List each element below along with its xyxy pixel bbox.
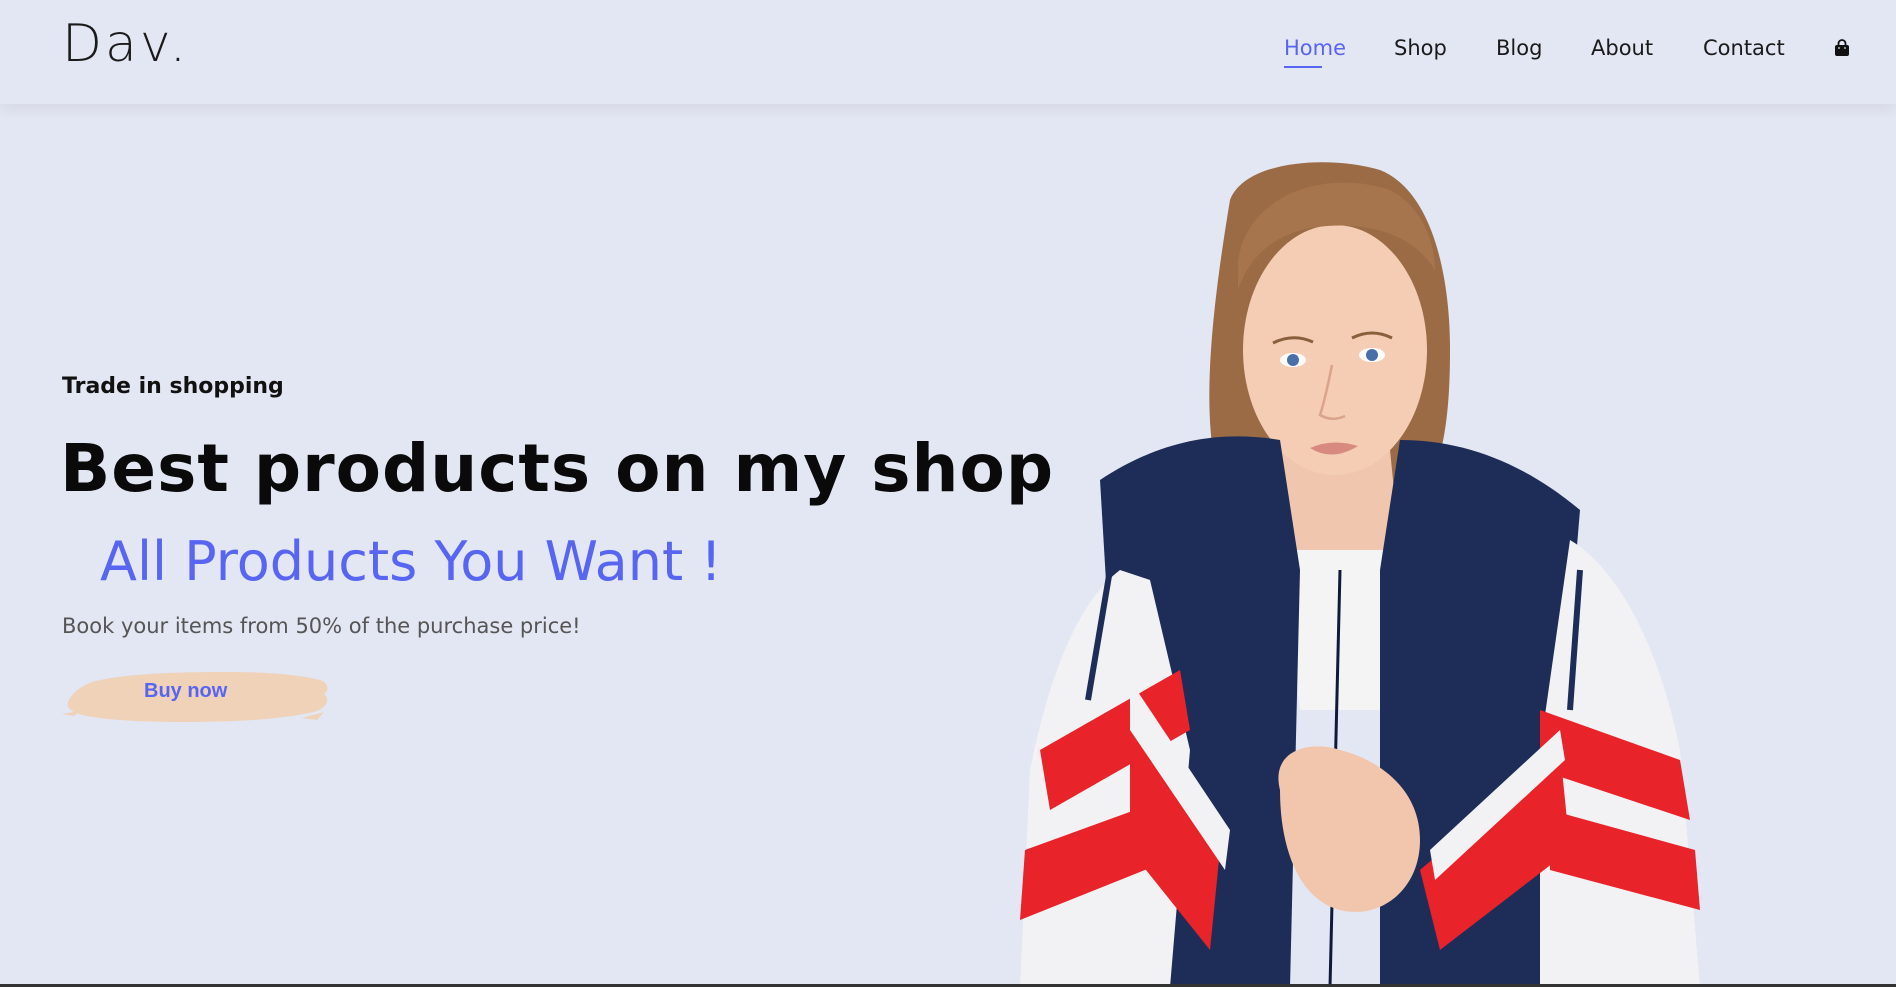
buy-now-label: Buy now xyxy=(144,680,228,702)
nav-home[interactable]: Home xyxy=(1284,36,1347,68)
nav-contact[interactable]: Contact xyxy=(1703,36,1785,60)
site-header: Dav. Home Shop Blog About Contact xyxy=(0,0,1896,104)
hero-description: Book your items from 50% of the purchase… xyxy=(62,614,581,638)
nav-about[interactable]: About xyxy=(1591,36,1653,60)
hero-eyebrow: Trade in shopping xyxy=(62,374,284,399)
buy-now-button[interactable]: Buy now xyxy=(62,662,330,726)
hero-model-image xyxy=(1020,162,1700,987)
active-nav-underline xyxy=(1284,66,1322,68)
hero-title: Best products on my shop xyxy=(60,430,1055,507)
page: Dav. Home Shop Blog About Contact Trade … xyxy=(0,0,1896,987)
nav-shop[interactable]: Shop xyxy=(1394,36,1447,60)
nav-home-label: Home xyxy=(1284,36,1347,60)
shopping-bag-icon[interactable] xyxy=(1833,39,1851,57)
nav-blog[interactable]: Blog xyxy=(1496,36,1542,60)
logo[interactable]: Dav. xyxy=(62,14,189,74)
hero-subtitle: All Products You Want ! xyxy=(100,530,722,593)
